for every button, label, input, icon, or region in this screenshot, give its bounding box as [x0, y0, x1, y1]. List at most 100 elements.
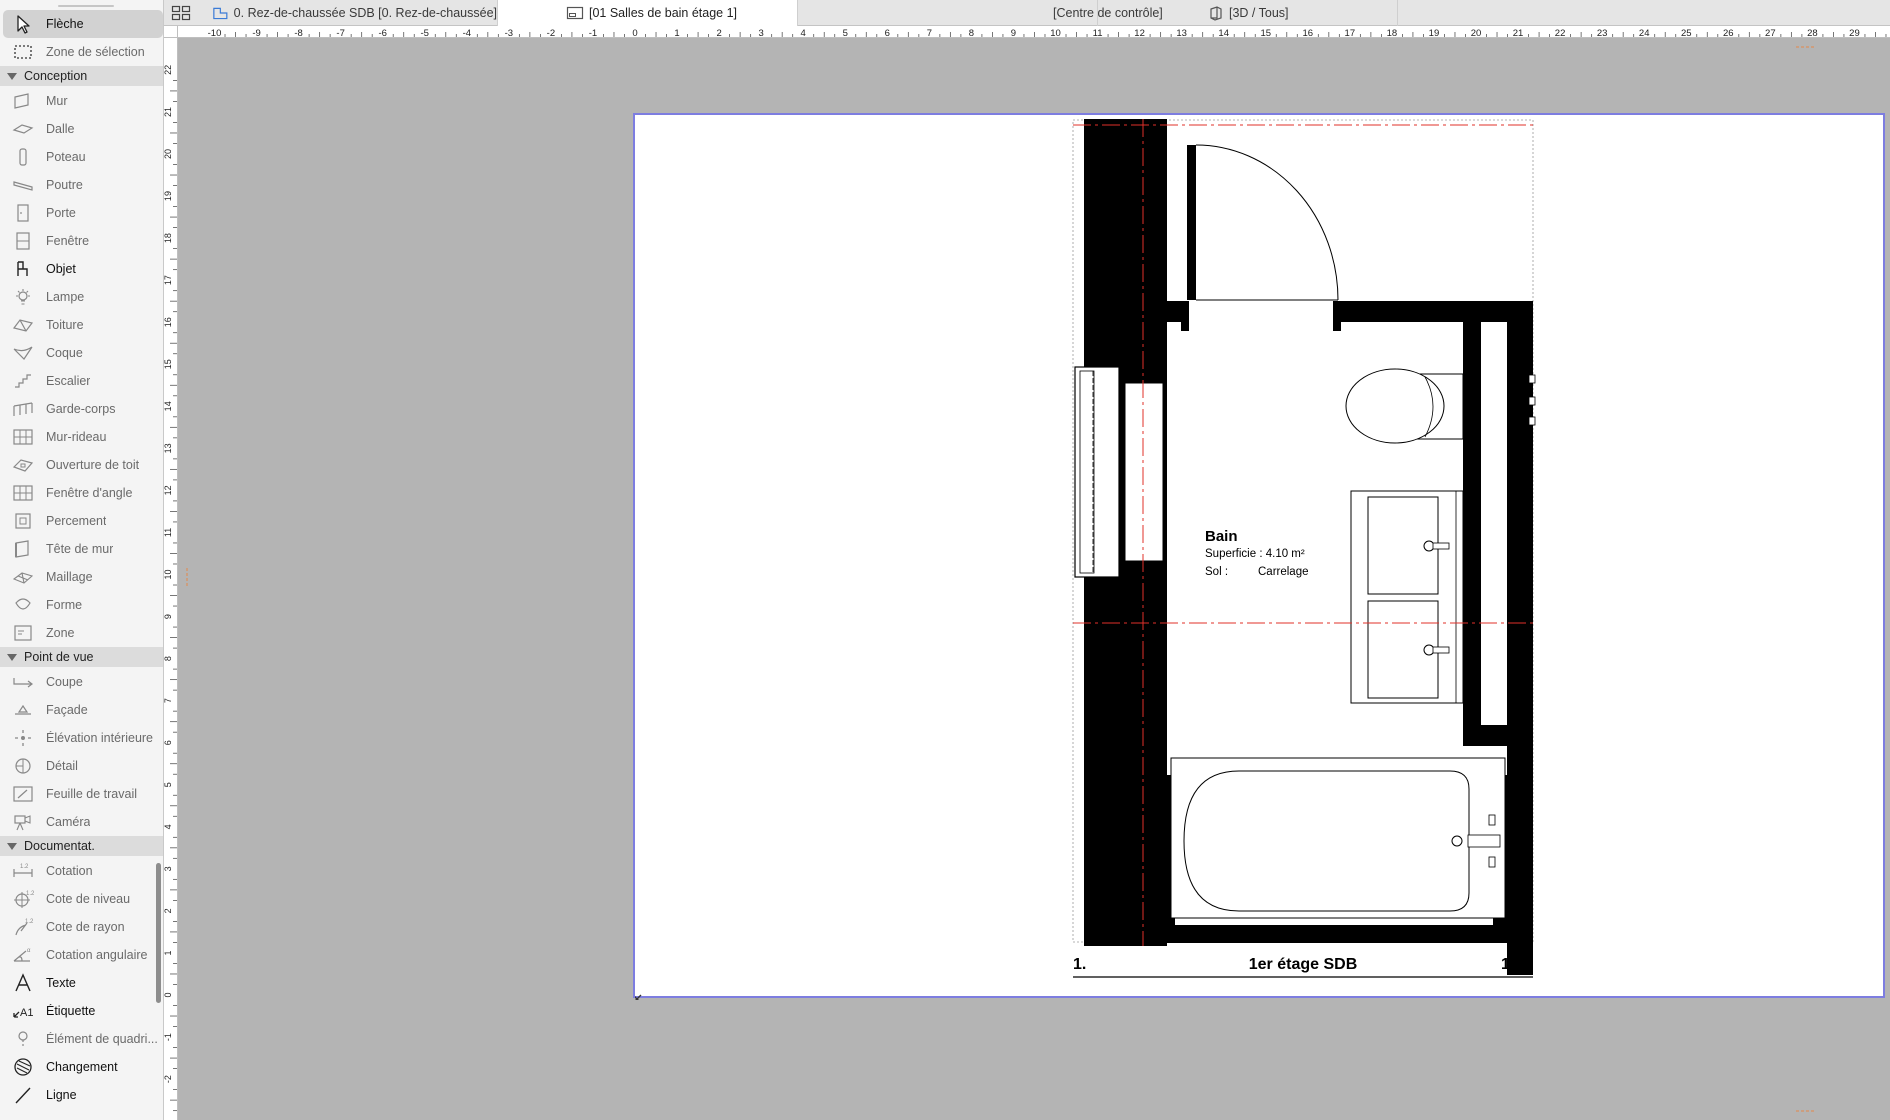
level-dimension-icon: 1.2	[10, 889, 36, 909]
tool-beam[interactable]: Poutre	[0, 171, 163, 199]
ruler-label: 12	[1134, 28, 1145, 38]
wall-end-icon	[10, 539, 36, 559]
dimension-icon: 1.2	[10, 861, 36, 881]
ruler-label: 1	[164, 950, 173, 955]
wall-right-inner	[1463, 322, 1481, 746]
tool-stair[interactable]: Escalier	[0, 367, 163, 395]
3d-view-icon	[1210, 6, 1222, 21]
ruler-label: 9	[1011, 28, 1016, 38]
horizontal-ruler[interactable]: -10 -9 -8 -7 -6 -5 -4 -3 -2 -1 0 1 2 3 4 5 6 7 8 9 10 11 12 13 1…	[164, 26, 1890, 38]
tool-roof-opening[interactable]: Ouverture de toit	[0, 451, 163, 479]
text-tool-icon	[10, 973, 36, 993]
tool-lamp[interactable]: Lampe	[0, 283, 163, 311]
tool-text-tool[interactable]: Texte	[0, 969, 163, 997]
elevation-icon	[10, 700, 36, 720]
tool-label: Changement	[46, 1060, 118, 1074]
toolbox-scrollbar[interactable]	[156, 863, 161, 1003]
tab-3d-view[interactable]: [3D / Tous]	[1098, 0, 1398, 26]
toolbox-drag-handle[interactable]	[58, 5, 114, 7]
svg-text:α: α	[27, 948, 31, 954]
ruler-label: 6	[885, 28, 890, 38]
lamp-icon	[10, 287, 36, 307]
section-header[interactable]: Point de vue	[0, 647, 163, 667]
section-header[interactable]: Documentat.	[0, 836, 163, 856]
tool-section[interactable]: Coupe	[0, 668, 163, 696]
ruler-label: 20	[1471, 28, 1482, 38]
vertical-ruler[interactable]: 22 21 20 19 18 17 16 15 14 13 12 11 10 9 8 7 6 5 4 3 2 1 0 -1 -2	[164, 38, 178, 1120]
angle-dimension-icon: α	[10, 945, 36, 965]
roof-opening-icon	[10, 455, 36, 475]
disclosure-triangle-icon	[7, 72, 17, 80]
tool-camera[interactable]: Caméra	[0, 808, 163, 836]
tool-angle-dimension[interactable]: α Cotation angulaire	[0, 941, 163, 969]
ruler-label: 4	[164, 824, 173, 829]
drawing-canvas[interactable]: Bain Superficie : 4.10 m² Sol : Carrelag…	[179, 39, 1890, 1120]
tool-interior-elevation[interactable]: Élévation intérieure	[0, 724, 163, 752]
tool-wall[interactable]: Mur	[0, 87, 163, 115]
tool-arrow-cursor[interactable]: Flèche	[3, 10, 163, 38]
layout-sheet[interactable]: Bain Superficie : 4.10 m² Sol : Carrelag…	[633, 113, 1885, 1000]
tool-label: Forme	[46, 598, 83, 612]
tool-slab[interactable]: Dalle	[0, 115, 163, 143]
tool-shell[interactable]: Coque	[0, 339, 163, 367]
tool-object-chair[interactable]: Objet	[0, 255, 163, 283]
tool-detail[interactable]: Détail	[0, 752, 163, 780]
ruler-label: 8	[969, 28, 974, 38]
tool-curtain-wall[interactable]: Mur-rideau	[0, 423, 163, 451]
ruler-label: -6	[378, 28, 386, 38]
ruler-label: -9	[252, 28, 260, 38]
zone-name[interactable]: Bain	[1205, 528, 1238, 545]
beam-icon	[10, 175, 36, 195]
tab-control-center[interactable]: [Centre de contrôle]	[798, 0, 1163, 26]
tool-level-dimension[interactable]: 1.2 Cote de niveau	[0, 885, 163, 913]
tool-dimension[interactable]: 1.2 Cotation	[0, 857, 163, 885]
tool-opening[interactable]: Percement	[0, 507, 163, 535]
tool-label: Caméra	[46, 815, 91, 829]
tab-overview-button[interactable]	[170, 3, 192, 23]
tool-marquee-selection[interactable]: Zone de sélection	[0, 38, 163, 66]
tool-label-tool[interactable]: A1 Étiquette	[0, 997, 163, 1025]
tab-layout-bathroom[interactable]: [01 Salles de bain étage 1]	[498, 0, 798, 26]
tool-mesh[interactable]: Maillage	[0, 563, 163, 591]
tool-label: Mur	[46, 94, 68, 108]
tool-zone[interactable]: Zone	[0, 619, 163, 647]
tool-roof[interactable]: Toiture	[0, 311, 163, 339]
tool-morph[interactable]: Forme	[0, 591, 163, 619]
tool-label: Escalier	[46, 374, 91, 388]
svg-text:A1: A1	[20, 1007, 33, 1019]
wall-top-stub	[1167, 301, 1189, 322]
bath-drain	[1451, 835, 1463, 847]
tool-change[interactable]: Changement	[0, 1053, 163, 1081]
column-icon	[10, 147, 36, 167]
ruler-label: 22	[1555, 28, 1566, 38]
toilet-bowl	[1345, 368, 1445, 444]
tool-door[interactable]: Porte	[0, 199, 163, 227]
mesh-icon	[10, 567, 36, 587]
tool-elevation[interactable]: Façade	[0, 696, 163, 724]
ruler-label: 4	[801, 28, 806, 38]
tool-railing[interactable]: Garde-corps	[0, 395, 163, 423]
tab-ground-floor-plan[interactable]: 0. Rez-de-chaussée SDB [0. Rez-de-chauss…	[198, 0, 498, 26]
ruler-label: 5	[164, 782, 173, 787]
radial-dimension-icon: 1.2	[10, 917, 36, 937]
ruler-label: 0	[164, 992, 173, 997]
tool-label: Fenêtre	[46, 234, 90, 248]
tool-wall-end[interactable]: Tête de mur	[0, 535, 163, 563]
ruler-label: 20	[164, 149, 173, 159]
ruler-label: 2	[164, 908, 173, 913]
tool-corner-window[interactable]: Fenêtre d'angle	[0, 479, 163, 507]
tool-label: Porte	[46, 206, 76, 220]
ruler-label: -2	[164, 1075, 173, 1083]
ruler-label: 24	[1639, 28, 1650, 38]
ruler-label: 18	[1387, 28, 1398, 38]
tool-label: Lampe	[46, 290, 85, 304]
section-header[interactable]: Conception	[0, 66, 163, 86]
tool-line[interactable]: Ligne	[0, 1081, 163, 1109]
tool-column[interactable]: Poteau	[0, 143, 163, 171]
svg-text:1.2: 1.2	[20, 864, 29, 870]
tool-window[interactable]: Fenêtre	[0, 227, 163, 255]
tool-worksheet[interactable]: Feuille de travail	[0, 780, 163, 808]
tool-grid-element[interactable]: Élément de quadri...	[0, 1025, 163, 1053]
ruler-label: 27	[1765, 28, 1776, 38]
tool-radial-dimension[interactable]: 1.2 Cote de rayon	[0, 913, 163, 941]
